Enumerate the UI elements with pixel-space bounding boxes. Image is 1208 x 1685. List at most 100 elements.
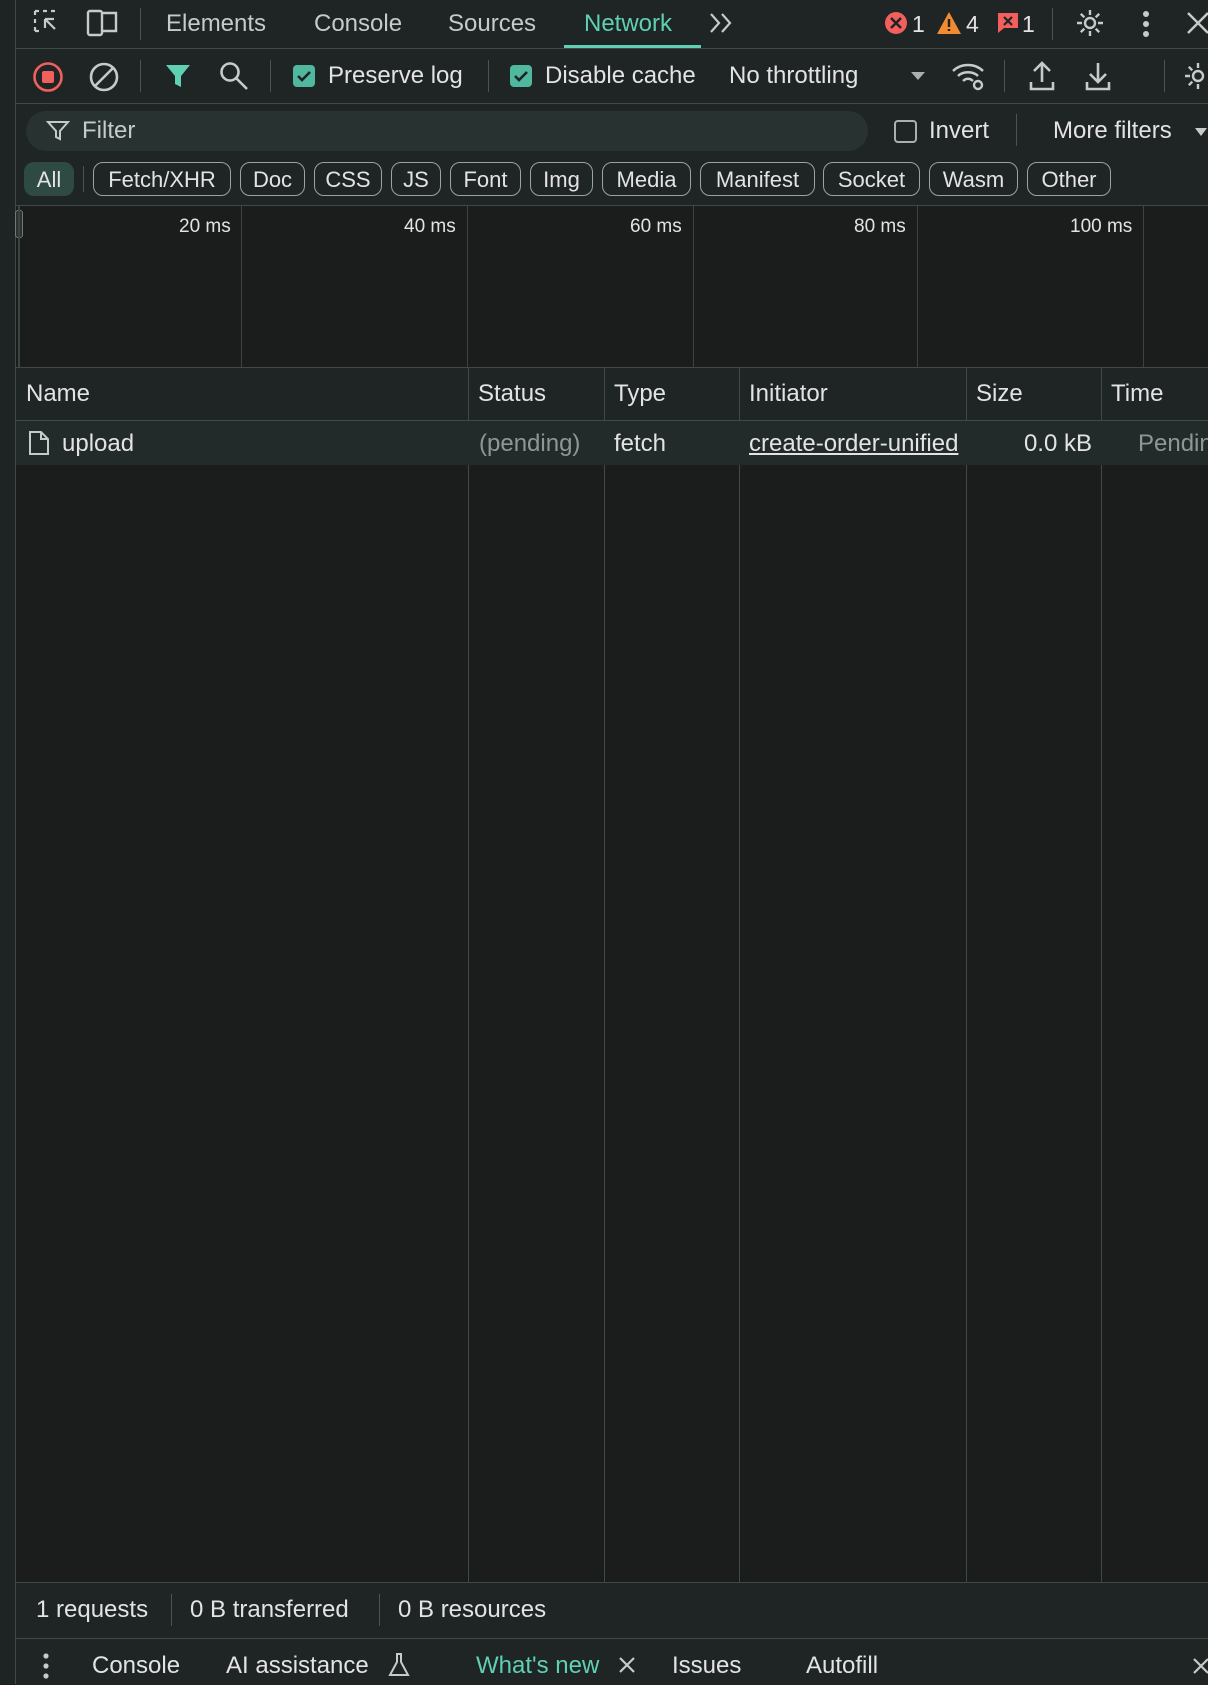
timeline-tick-label: 20 ms: [179, 216, 231, 237]
toolbar-divider: [1016, 114, 1017, 146]
timeline-gridline: [917, 206, 918, 367]
timeline-gridline: [241, 206, 242, 367]
kebab-menu-icon[interactable]: [1136, 8, 1156, 40]
column-divider: [1101, 368, 1102, 1582]
column-header-name[interactable]: Name: [26, 380, 90, 408]
settings-gear-icon[interactable]: [1074, 7, 1106, 39]
type-filter-fetch-xhr[interactable]: Fetch/XHR: [93, 162, 231, 196]
request-table-header: [16, 368, 1208, 421]
request-time: Pending: [1138, 430, 1208, 457]
type-filter-socket[interactable]: Socket: [823, 162, 920, 196]
search-icon[interactable]: [218, 60, 250, 92]
tab-elements[interactable]: Elements: [166, 8, 266, 40]
network-conditions-icon[interactable]: [950, 60, 986, 92]
close-devtools-icon[interactable]: [1186, 10, 1208, 36]
invert-label[interactable]: Invert: [929, 116, 989, 146]
export-har-icon[interactable]: [1084, 60, 1112, 92]
preserve-log-checkbox[interactable]: [293, 65, 315, 87]
filter-funnel-icon[interactable]: [164, 62, 192, 90]
timeline-gridline: [1143, 206, 1144, 367]
column-divider: [966, 368, 967, 1582]
type-filter-doc[interactable]: Doc: [240, 162, 305, 196]
filter-input[interactable]: [26, 111, 868, 151]
timeline-tick-label: 100 ms: [1070, 216, 1133, 237]
type-filter-wasm[interactable]: Wasm: [929, 162, 1018, 196]
warning-icon[interactable]: [936, 11, 962, 35]
throttling-dropdown-arrow-icon[interactable]: [910, 71, 926, 81]
left-edge: [0, 0, 16, 1684]
type-filter-img[interactable]: Img: [530, 162, 593, 196]
column-header-status[interactable]: Status: [478, 380, 546, 408]
drawer-tab-ai-assistance[interactable]: AI assistance: [226, 1652, 369, 1680]
more-filters-button[interactable]: More filters: [1053, 116, 1172, 146]
clear-log-icon[interactable]: [88, 61, 120, 93]
toolbar-divider: [140, 60, 141, 92]
type-filter-js[interactable]: JS: [391, 162, 441, 196]
disable-cache-label[interactable]: Disable cache: [545, 61, 696, 91]
tab-network[interactable]: Network: [584, 8, 672, 40]
tab-sources[interactable]: Sources: [448, 8, 536, 40]
close-drawer-icon[interactable]: [1192, 1656, 1208, 1676]
type-filter-all[interactable]: All: [24, 162, 74, 196]
device-toolbar-icon[interactable]: [86, 8, 120, 38]
more-tabs-chevron-icon[interactable]: [708, 10, 736, 36]
overview-start-line: [18, 206, 20, 367]
checkmark-icon: [297, 71, 311, 82]
summary-resources: 0 B resources: [398, 1596, 547, 1623]
disable-cache-checkbox[interactable]: [510, 65, 532, 87]
timeline-tick-label: 40 ms: [404, 216, 456, 237]
drawer-menu-icon[interactable]: [38, 1651, 54, 1681]
summary-requests: 1 requests: [36, 1596, 149, 1623]
issue-icon[interactable]: [996, 11, 1020, 35]
drawer-tab-issues[interactable]: Issues: [672, 1652, 741, 1680]
close-tab-icon[interactable]: [618, 1656, 636, 1674]
toolbar-divider: [1004, 60, 1005, 92]
drawer-tab-bar: [16, 1638, 1208, 1685]
column-divider: [604, 368, 605, 1582]
type-filter-other[interactable]: Other: [1027, 162, 1111, 196]
filter-placeholder[interactable]: Filter: [82, 116, 135, 146]
issue-count[interactable]: 1: [1022, 10, 1035, 38]
checkmark-icon: [514, 71, 528, 82]
more-filters-dropdown-icon[interactable]: [1194, 127, 1208, 137]
inspect-element-icon[interactable]: [32, 8, 64, 40]
timeline-tick-label: 60 ms: [630, 216, 682, 237]
summary-divider: [171, 1594, 172, 1626]
type-filter-media[interactable]: Media: [602, 162, 691, 196]
network-settings-icon[interactable]: [1182, 60, 1208, 92]
column-header-size[interactable]: Size: [976, 380, 1023, 408]
error-count[interactable]: 1: [912, 10, 925, 38]
type-filter-manifest[interactable]: Manifest: [700, 162, 815, 196]
drawer-tab-console[interactable]: Console: [92, 1652, 180, 1680]
column-header-initiator[interactable]: Initiator: [749, 380, 828, 408]
import-har-icon[interactable]: [1028, 60, 1056, 92]
document-icon: [28, 430, 50, 456]
record-stop-icon[interactable]: [32, 61, 64, 93]
tab-console[interactable]: Console: [314, 8, 402, 40]
experiment-flask-icon: [388, 1652, 410, 1678]
warning-count[interactable]: 4: [966, 10, 979, 38]
toolbar-divider: [140, 8, 141, 40]
toolbar-divider: [1052, 8, 1053, 40]
request-name[interactable]: upload: [62, 430, 134, 458]
request-size: 0.0 kB: [1023, 430, 1092, 457]
throttling-select[interactable]: No throttling: [729, 61, 858, 91]
toolbar-divider: [1164, 60, 1165, 92]
error-icon[interactable]: [884, 11, 908, 35]
type-filter-font[interactable]: Font: [450, 162, 521, 196]
drawer-tab-autofill[interactable]: Autofill: [806, 1652, 878, 1680]
column-divider: [739, 368, 740, 1582]
chip-divider: [83, 166, 84, 192]
column-header-time[interactable]: Time: [1111, 380, 1163, 408]
toolbar-divider: [270, 60, 271, 92]
filter-funnel-icon: [46, 120, 70, 142]
type-filter-css[interactable]: CSS: [314, 162, 382, 196]
timeline-gridline: [693, 206, 694, 367]
summary-divider: [379, 1594, 380, 1626]
request-type: fetch: [614, 430, 667, 457]
preserve-log-label[interactable]: Preserve log: [328, 61, 463, 91]
column-header-type[interactable]: Type: [614, 380, 666, 408]
drawer-tab-whats-new[interactable]: What's new: [476, 1652, 599, 1680]
request-initiator-link[interactable]: create-order-unified: [749, 430, 965, 458]
invert-checkbox[interactable]: [894, 120, 917, 143]
